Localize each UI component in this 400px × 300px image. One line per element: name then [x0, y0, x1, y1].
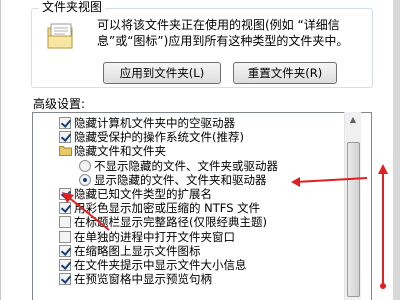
annotation-arrow-line-2 — [66, 195, 110, 231]
annotation-arrowhead-icon — [291, 177, 300, 187]
folder-options-dialog: 文件夹视图 可以将该文件夹正在使用的视图(例如 “详细信息”或“图标”)应用到所… — [0, 0, 400, 300]
annotation-scroll-dot-icon — [380, 283, 386, 289]
annotation-arrow-line — [295, 177, 368, 183]
annotation-overlay — [62, 164, 388, 289]
annotation-scroll-arrow-icon — [378, 164, 388, 174]
